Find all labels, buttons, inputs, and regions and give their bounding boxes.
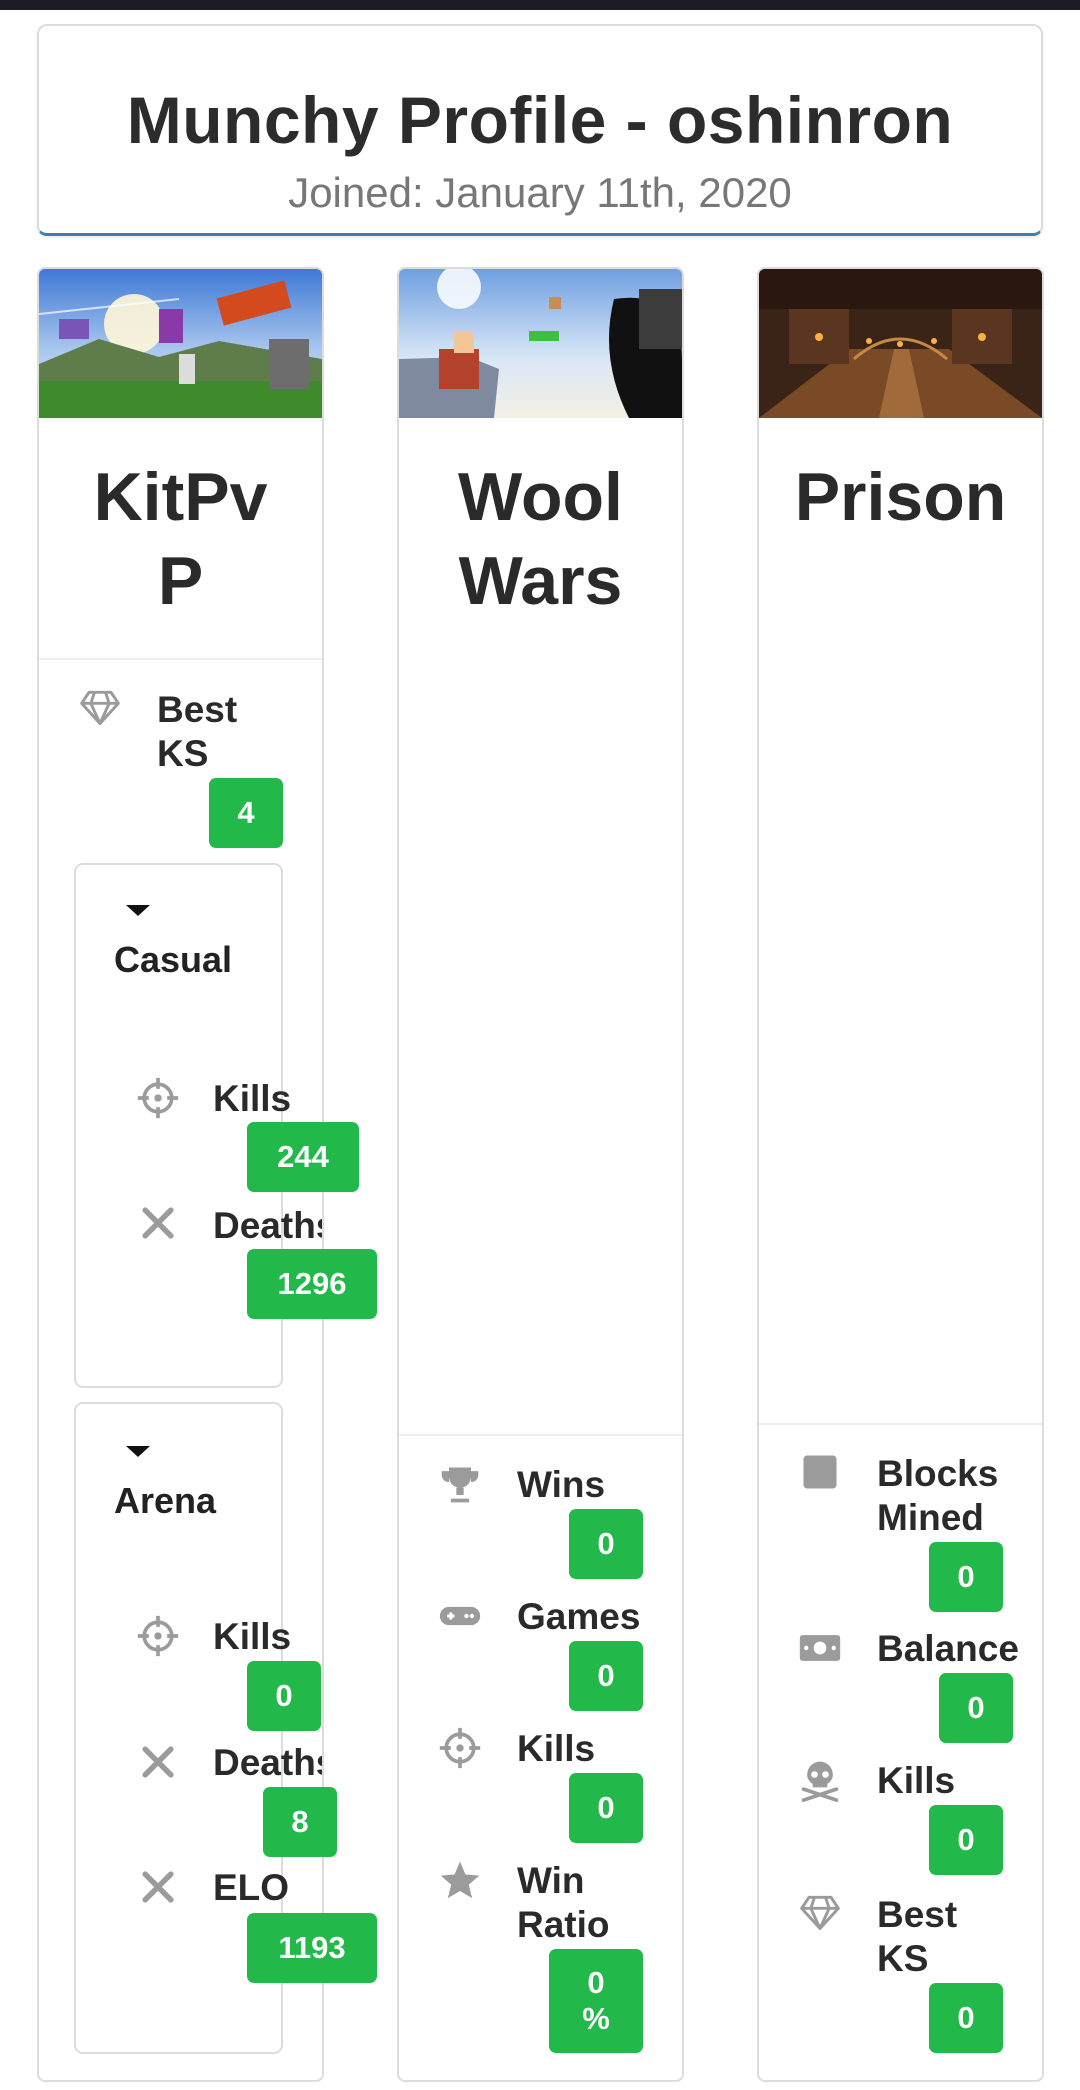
win-ratio-badge: 0 % [549, 1949, 643, 2053]
diamond-icon [77, 684, 123, 730]
woolwars-banner-image [399, 269, 682, 418]
caret-down-icon[interactable] [126, 1446, 150, 1457]
arena-deaths-label: Deaths [213, 1742, 322, 1783]
prison-kills-badge: 0 [929, 1805, 1003, 1875]
caret-down-icon[interactable] [126, 905, 150, 916]
kitpvp-title-line2: P [157, 543, 204, 619]
wins-label: Wins [517, 1464, 606, 1505]
casual-kills-badge: 244 [247, 1122, 359, 1192]
profile-header-card: Munchy Profile - oshinron Joined: Januar… [37, 24, 1043, 236]
x-icon [135, 1739, 181, 1785]
blocks-mined-badge: 0 [929, 1542, 1003, 1612]
woolwars-card: Wool Wars Wins 0 Games 0 Kills 0 Win Rat… [397, 267, 684, 2082]
casual-title[interactable]: Casual [114, 939, 232, 981]
balance-badge: 0 [939, 1673, 1013, 1743]
trophy-icon [437, 1461, 483, 1507]
crosshair-icon [135, 1613, 181, 1659]
prison-best-ks-label-line2: KS [877, 1938, 929, 1979]
arena-deaths-badge: 8 [263, 1787, 337, 1857]
gamepad-icon [437, 1593, 483, 1639]
skull-crossbones-icon [797, 1757, 843, 1803]
casual-kills-label: Kills [213, 1078, 292, 1119]
woolwars-kills-label: Kills [517, 1728, 596, 1769]
square-icon [797, 1449, 843, 1495]
arena-elo-badge: 1193 [247, 1913, 377, 1983]
games-badge: 0 [569, 1641, 643, 1711]
woolwars-kills-badge: 0 [569, 1773, 643, 1843]
divider [39, 658, 322, 660]
page-title: Munchy Profile - oshinron [126, 83, 954, 157]
top-bar [0, 0, 1080, 10]
win-ratio-label-line2: Ratio [517, 1904, 610, 1945]
x-icon [135, 1864, 181, 1910]
arena-kills-badge: 0 [247, 1661, 321, 1731]
prison-best-ks-label-line1: Best [877, 1894, 958, 1935]
best-ks-label-line1: Best [157, 689, 238, 730]
divider [759, 1423, 1042, 1425]
crosshair-icon [437, 1725, 483, 1771]
x-icon [135, 1200, 181, 1246]
woolwars-title-line2: Wars [458, 543, 623, 619]
best-ks-label-line2: KS [157, 733, 209, 774]
blocks-mined-label-line1: Blocks [877, 1453, 999, 1494]
joined-date: Joined: January 11th, 2020 [288, 169, 792, 216]
prison-card: Prison Blocks Mined 0 Balance 0 Kills 0 … [757, 267, 1044, 2082]
prison-best-ks-badge: 0 [929, 1983, 1003, 2053]
blocks-mined-label-line2: Mined [877, 1497, 984, 1538]
casual-deaths-label: Deaths [213, 1205, 322, 1246]
casual-deaths-badge: 1296 [247, 1249, 377, 1319]
win-ratio-percent: % [582, 2001, 610, 2036]
money-icon [797, 1625, 843, 1671]
balance-label: Balance [877, 1628, 1019, 1669]
prison-title: Prison [794, 459, 1007, 535]
arena-elo-label: ELO [213, 1867, 290, 1908]
kitpvp-title-line1: KitPv [93, 459, 268, 535]
win-ratio-label-line1: Win [517, 1860, 585, 1901]
woolwars-title-line1: Wool [458, 459, 623, 535]
crosshair-icon [135, 1075, 181, 1121]
best-ks-badge: 4 [209, 778, 283, 848]
star-icon [437, 1857, 483, 1903]
kitpvp-banner-image [39, 269, 322, 418]
win-ratio-value: 0 [587, 1965, 605, 2000]
prison-kills-label: Kills [877, 1760, 956, 1801]
arena-kills-label: Kills [213, 1616, 292, 1657]
diamond-icon [797, 1889, 843, 1935]
divider [399, 1434, 682, 1436]
wins-badge: 0 [569, 1509, 643, 1579]
games-label: Games [517, 1596, 641, 1637]
arena-title[interactable]: Arena [114, 1480, 216, 1522]
prison-banner-image [759, 269, 1042, 418]
